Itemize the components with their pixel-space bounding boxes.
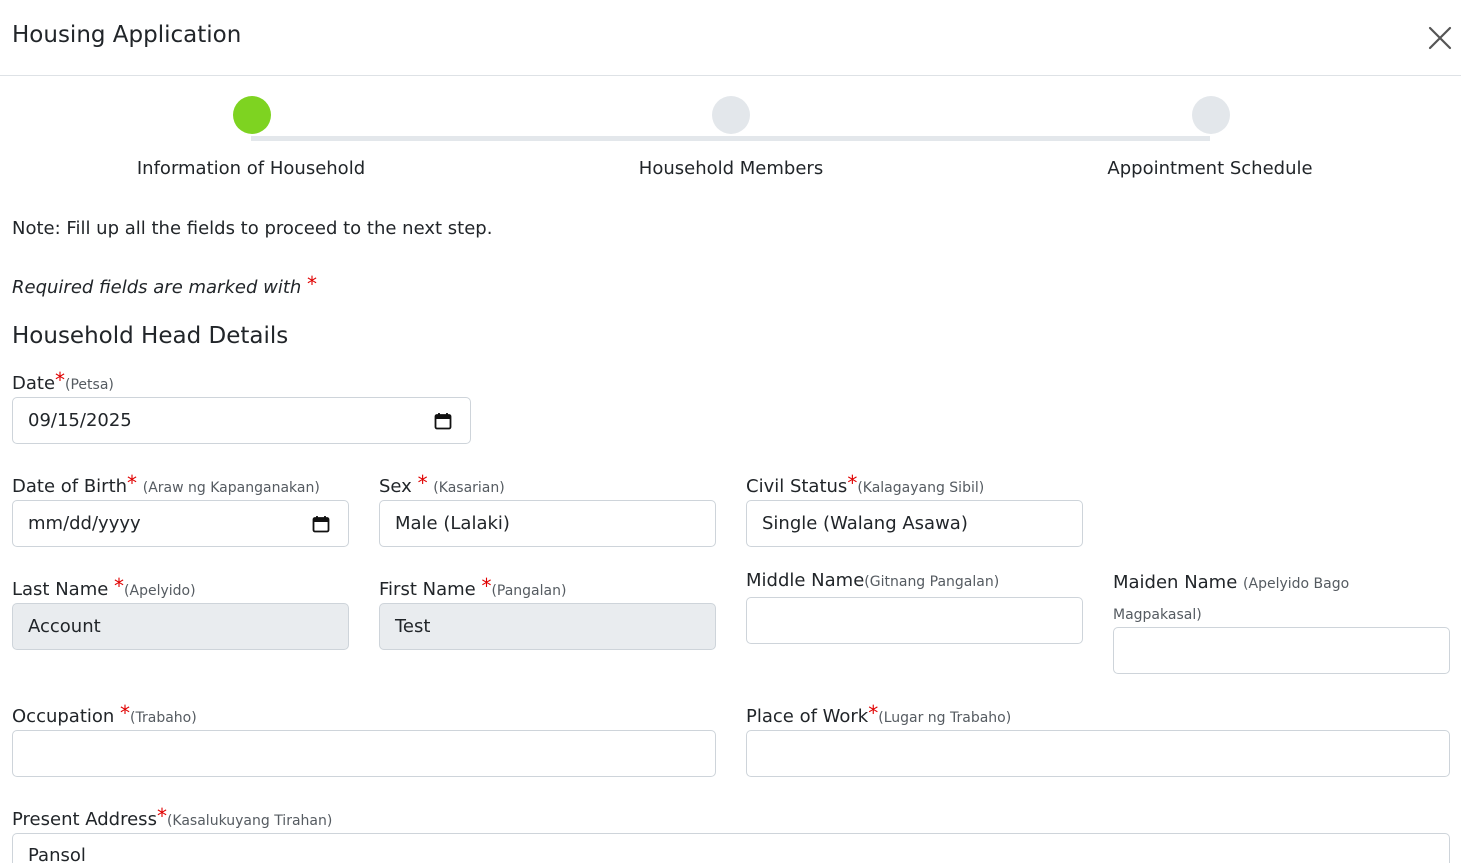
- section-title: Household Head Details: [12, 323, 289, 349]
- step-3-label: Appointment Schedule: [1107, 158, 1313, 179]
- required-marker: *: [55, 368, 66, 392]
- required-marker: *: [120, 701, 131, 725]
- date-input[interactable]: 09/15/2025: [12, 397, 471, 444]
- close-button[interactable]: [1422, 20, 1458, 56]
- last-name-value: Account: [28, 616, 101, 637]
- birth-value: mm/dd/yyyy: [28, 513, 141, 534]
- last-name-input[interactable]: Account: [12, 603, 349, 650]
- required-marker: *: [127, 471, 138, 495]
- place-of-work-label-text: Place of Work: [746, 706, 869, 727]
- civil-status-select[interactable]: Single (Walang Asawa): [746, 500, 1083, 547]
- required-marker: *: [868, 701, 879, 725]
- middle-name-input[interactable]: [746, 597, 1083, 644]
- middle-name-hint: (Gitnang Pangalan): [864, 574, 1000, 590]
- birth-label-text: Date of Birth: [12, 476, 128, 497]
- required-marker: *: [156, 804, 167, 828]
- occupation-label-text: Occupation: [12, 706, 121, 727]
- first-name-hint: (Pangalan): [491, 583, 567, 599]
- address-label-text: Present Address: [12, 809, 157, 830]
- calendar-icon[interactable]: [312, 515, 330, 533]
- step-3-dot: [1192, 96, 1230, 134]
- place-of-work-input[interactable]: [746, 730, 1450, 777]
- birth-input[interactable]: mm/dd/yyyy: [12, 500, 349, 547]
- birth-hint: (Araw ng Kapanganakan): [142, 480, 320, 496]
- last-name-label: Last Name *(Apelyido): [12, 573, 196, 604]
- step-1-label: Information of Household: [136, 158, 366, 179]
- step-2-label: Household Members: [638, 158, 824, 179]
- date-label: Date*(Petsa): [12, 367, 114, 398]
- sex-label: Sex * (Kasarian): [379, 470, 505, 501]
- sex-select[interactable]: Male (Lalaki): [379, 500, 716, 547]
- last-name-label-text: Last Name: [12, 579, 115, 600]
- maiden-name-label: Maiden Name (Apelyido Bago Magpakasal): [1113, 568, 1403, 630]
- civil-label-text: Civil Status: [746, 476, 848, 497]
- sex-label-text: Sex: [379, 476, 418, 497]
- required-marker: *: [481, 574, 492, 598]
- first-name-input[interactable]: Test: [379, 603, 716, 650]
- middle-name-label: Middle Name(Gitnang Pangalan): [746, 568, 999, 595]
- occupation-label: Occupation *(Trabaho): [12, 700, 197, 731]
- address-label: Present Address*(Kasalukuyang Tirahan): [12, 803, 332, 834]
- stepper-line: [251, 136, 1210, 141]
- last-name-hint: (Apelyido): [124, 583, 196, 599]
- required-marker: *: [307, 272, 318, 296]
- fill-up-note: Note: Fill up all the fields to proceed …: [12, 218, 493, 239]
- civil-value: Single (Walang Asawa): [762, 513, 968, 534]
- first-name-label-text: First Name: [379, 579, 482, 600]
- maiden-name-input[interactable]: [1113, 627, 1450, 674]
- sex-value: Male (Lalaki): [395, 513, 510, 534]
- required-marker: *: [417, 471, 428, 495]
- occupation-input[interactable]: [12, 730, 716, 777]
- sex-hint: (Kasarian): [433, 480, 505, 496]
- required-marker: *: [114, 574, 125, 598]
- modal-title: Housing Application: [12, 22, 242, 48]
- place-of-work-hint: (Lugar ng Trabaho): [878, 710, 1012, 726]
- required-note: Required fields are marked with *: [12, 271, 317, 301]
- step-1-dot: [233, 96, 271, 134]
- housing-application-modal: Housing Application Information of House…: [0, 0, 1461, 863]
- occupation-hint: (Trabaho): [130, 710, 197, 726]
- required-marker: *: [847, 471, 858, 495]
- address-hint: (Kasalukuyang Tirahan): [166, 813, 333, 829]
- address-input[interactable]: Pansol: [12, 833, 1450, 863]
- date-value: 09/15/2025: [28, 410, 132, 431]
- civil-status-label: Civil Status*(Kalagayang Sibil): [746, 470, 984, 501]
- civil-hint: (Kalagayang Sibil): [857, 480, 985, 496]
- address-value: Pansol: [28, 845, 86, 863]
- birth-label: Date of Birth* (Araw ng Kapanganakan): [12, 470, 320, 501]
- required-note-text: Required fields are marked with: [12, 277, 302, 298]
- calendar-icon[interactable]: [434, 412, 452, 430]
- place-of-work-label: Place of Work*(Lugar ng Trabaho): [746, 700, 1011, 731]
- step-2-dot: [712, 96, 750, 134]
- date-label-text: Date: [12, 373, 56, 394]
- middle-name-label-text: Middle Name: [746, 570, 865, 591]
- first-name-value: Test: [395, 616, 431, 637]
- modal-header: Housing Application: [0, 0, 1461, 76]
- maiden-name-label-text: Maiden Name: [1113, 572, 1244, 593]
- date-hint: (Petsa): [65, 377, 114, 393]
- first-name-label: First Name *(Pangalan): [379, 573, 566, 604]
- close-icon: [1428, 26, 1452, 50]
